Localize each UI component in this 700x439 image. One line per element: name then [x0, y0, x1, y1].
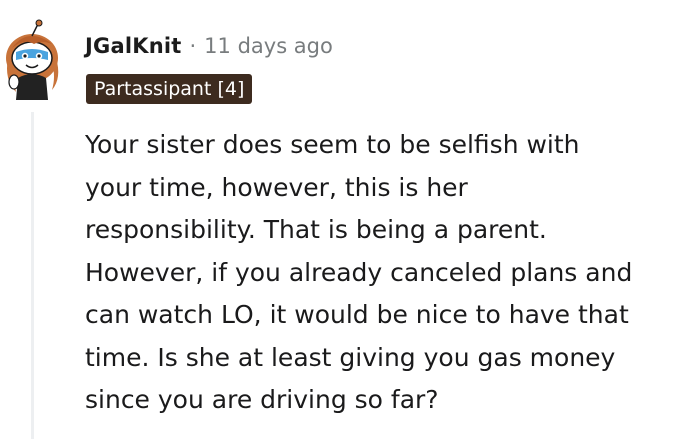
comment-body-line: time. Is she at least giving you gas mon…	[85, 342, 616, 372]
comment-body-line: However, if you already canceled plans a…	[85, 257, 633, 287]
comment-body-line: your time, however, this is her	[85, 172, 468, 202]
username[interactable]: JGalKnit	[85, 34, 181, 58]
comment-body-line: responsibility. That is being a parent.	[85, 215, 547, 244]
comment-body-line: Your sister does seem to be selfish with	[85, 130, 580, 159]
separator-dot: ·	[189, 34, 197, 58]
comment: JGalKnit · 11 days ago Partassipant [4] …	[0, 0, 700, 439]
comment-body-line: can watch LO, it would be nice to have t…	[85, 300, 629, 329]
comment-body-line: since you are driving so far?	[85, 385, 439, 414]
user-flair: Partassipant [4]	[86, 74, 253, 104]
snoo-avatar-icon	[6, 19, 59, 100]
thread-line[interactable]	[31, 112, 34, 439]
timestamp[interactable]: 11 days ago	[204, 34, 333, 58]
comment-header: JGalKnit · 11 days ago	[85, 31, 333, 61]
avatar[interactable]	[2, 18, 70, 100]
comment-body: Your sister does seem to be selfish with…	[85, 124, 697, 422]
